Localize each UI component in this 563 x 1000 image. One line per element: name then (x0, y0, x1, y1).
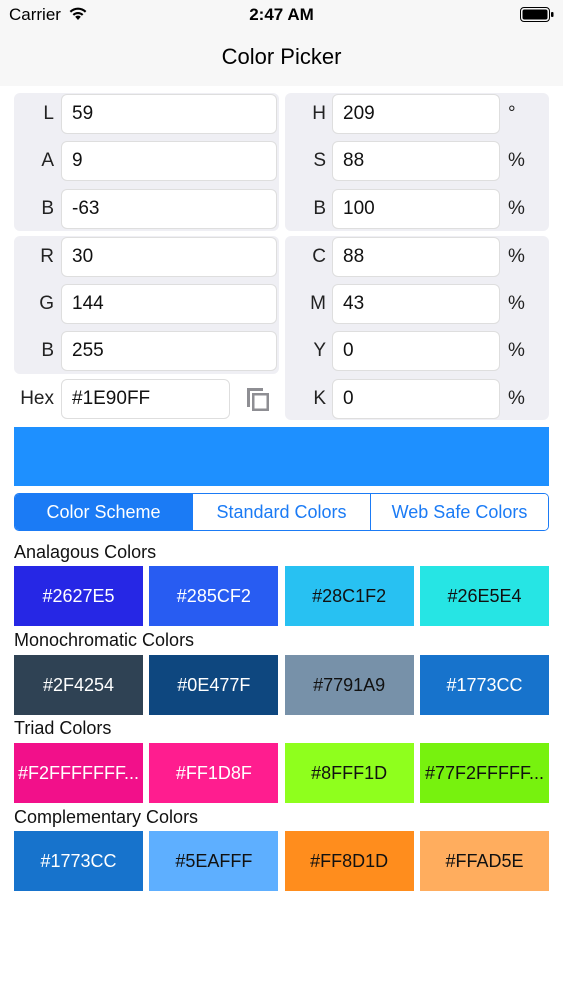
page-title: Color Picker (221, 44, 342, 69)
hsb-h-field[interactable] (332, 94, 500, 134)
color-swatch[interactable]: #77F2FFFFF... (419, 743, 549, 803)
hsb-b-row: B % (285, 189, 549, 229)
cmyk-m-row: M % (285, 284, 549, 324)
cmyk-y-unit: % (508, 340, 525, 361)
color-swatch[interactable]: #5EAFFF (149, 831, 279, 891)
cmyk-m-unit: % (508, 293, 525, 314)
cmyk-c-field[interactable] (332, 237, 500, 277)
lab-a-row: A (14, 141, 279, 181)
color-swatch[interactable]: #2627E5 (14, 566, 143, 626)
color-swatch[interactable]: #2F4254 (14, 655, 143, 715)
rgb-g-label: G (39, 293, 54, 314)
tab-standard-colors[interactable]: Standard Colors (193, 494, 371, 530)
battery-icon (520, 7, 554, 22)
tab-web-safe-colors[interactable]: Web Safe Colors (371, 494, 548, 530)
lab-a-label: A (41, 150, 54, 171)
monochromatic-colors-title: Monochromatic Colors (14, 630, 195, 650)
rgb-r-field[interactable] (61, 237, 277, 277)
hsb-b-label: B (313, 198, 326, 219)
hex-label: Hex (20, 388, 54, 409)
hsb-b-field[interactable] (332, 189, 500, 229)
hsb-h-label: H (312, 103, 326, 124)
color-swatch[interactable]: #26E5E4 (419, 566, 549, 626)
color-swatch[interactable]: #FF8D1D (284, 831, 414, 891)
lab-b-field[interactable] (61, 189, 277, 229)
color-swatch[interactable]: #28C1F2 (284, 566, 414, 626)
cmyk-m-label: M (310, 293, 326, 314)
color-swatch[interactable]: #FFAD5E (419, 831, 549, 891)
rgb-r-row: R (14, 237, 279, 277)
analogous-colors-title: Analagous Colors (14, 542, 157, 562)
hsb-s-row: S % (285, 141, 549, 181)
triad-swatch-row: #F2FFFFFFF... #FF1D8F #8FFF1D #77F2FFFFF... (14, 743, 549, 803)
color-swatch[interactable]: #285CF2 (149, 566, 279, 626)
color-swatch[interactable]: #FF1D8F (149, 743, 279, 803)
color-swatch[interactable]: #1773CC (419, 655, 549, 715)
tab-color-scheme[interactable]: Color Scheme (15, 494, 193, 530)
navigation-bar: Color Picker (0, 30, 563, 86)
lab-l-label: L (43, 103, 54, 124)
cmyk-c-label: C (312, 246, 326, 267)
rgb-r-label: R (40, 246, 54, 267)
cmyk-m-field[interactable] (332, 284, 500, 324)
cmyk-k-row: K % (285, 379, 549, 419)
hex-field[interactable] (61, 379, 230, 419)
lab-l-field[interactable] (61, 94, 277, 134)
hsb-s-field[interactable] (332, 141, 500, 181)
color-swatch[interactable]: #0E477F (149, 655, 279, 715)
rgb-b-row: B (14, 331, 279, 371)
rgb-b-field[interactable] (61, 331, 277, 371)
status-time: 2:47 AM (249, 5, 314, 24)
cmyk-c-row: C % (285, 237, 549, 277)
complementary-colors-title: Complementary Colors (14, 807, 199, 827)
color-swatch[interactable]: #8FFF1D (284, 743, 414, 803)
lab-a-field[interactable] (61, 141, 277, 181)
hsb-b-unit: % (508, 198, 525, 219)
scheme-segmented-control: Color Scheme Standard Colors Web Safe Co… (14, 493, 549, 531)
hsb-h-row: H ° (285, 94, 549, 134)
triad-colors-title: Triad Colors (14, 718, 112, 738)
cmyk-k-field[interactable] (332, 379, 500, 419)
color-preview (14, 427, 549, 486)
cmyk-y-row: Y % (285, 331, 549, 371)
cmyk-y-field[interactable] (332, 331, 500, 371)
rgb-g-row: G (14, 284, 279, 324)
color-swatch[interactable]: #F2FFFFFFF... (14, 743, 143, 803)
hsb-s-label: S (313, 150, 326, 171)
hsb-h-unit: ° (508, 103, 516, 124)
rgb-b-label: B (41, 340, 54, 361)
rgb-g-field[interactable] (61, 284, 277, 324)
color-swatch[interactable]: #1773CC (14, 831, 143, 891)
lab-l-row: L (14, 94, 279, 134)
status-bar: Carrier 2:47 AM (0, 0, 563, 30)
complementary-swatch-row: #1773CC #5EAFFF #FF8D1D #FFAD5E (14, 831, 549, 891)
cmyk-y-label: Y (313, 340, 326, 361)
monochromatic-swatch-row: #2F4254 #0E477F #7791A9 #1773CC (14, 655, 549, 715)
analogous-swatch-row: #2627E5 #285CF2 #28C1F2 #26E5E4 (14, 566, 549, 626)
hsb-s-unit: % (508, 150, 525, 171)
hex-row: Hex (14, 379, 279, 419)
cmyk-k-unit: % (508, 388, 525, 409)
lab-b-row: B (14, 189, 279, 229)
copy-icon[interactable] (243, 384, 273, 414)
cmyk-k-label: K (313, 388, 326, 409)
color-swatch[interactable]: #7791A9 (284, 655, 414, 715)
cmyk-c-unit: % (508, 246, 525, 267)
lab-b-label: B (41, 198, 54, 219)
